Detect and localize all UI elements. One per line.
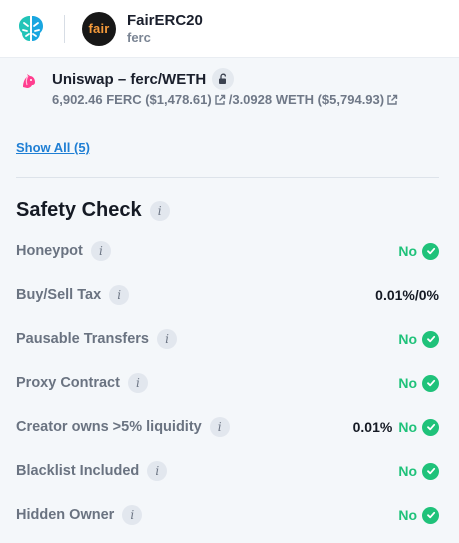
check-result-text: No [398,419,417,435]
check-value: No [398,506,439,524]
token-avatar: fair [82,11,116,46]
token-detail-panel: fair FairERC20 ferc Uniswap – ferc/WETH [0,0,459,543]
info-icon[interactable]: i [147,461,168,481]
check-result-text: No [398,375,417,391]
check-label: Honeypot [16,243,83,259]
token-avatar-text: fair [88,21,110,36]
check-row-creator-liquidity: Creator owns >5% liquidity i 0.01% No [16,405,439,449]
safety-check-heading: Safety Check i [16,199,170,222]
liquidity-pair-row: Uniswap – ferc/WETH 6,902.46 FERC ($1,47… [0,64,459,110]
amount-ferc: 6,902.46 FERC ($1,478.61) [52,92,212,107]
check-label: Blacklist Included [16,463,140,479]
check-label: Hidden Owner [16,507,115,523]
check-result-text: No [398,507,417,523]
check-label-wrap: Pausable Transfers i [16,329,177,349]
pair-amounts: 6,902.46 FERC ($1,478.61) / 3.0928 WETH … [52,92,401,107]
check-result-text: No [398,331,417,347]
check-row-proxy-contract: Proxy Contract i No [16,361,439,405]
header-divider [64,14,65,43]
external-link-icon[interactable] [214,94,226,106]
unlock-icon[interactable] [212,68,235,90]
check-value: No [398,330,439,348]
check-row-buy-sell-tax: Buy/Sell Tax i 0.01%/0% [16,273,439,317]
check-value: No [398,462,439,480]
check-circle-icon [422,330,439,348]
check-result-text: No [398,243,417,259]
check-circle-icon [422,374,439,392]
check-circle-icon [422,242,439,260]
pair-title-line: Uniswap – ferc/WETH [52,68,401,90]
check-circle-icon [422,418,439,436]
external-link-icon[interactable] [386,94,398,106]
check-value: 0.01% No [352,418,439,436]
check-label: Proxy Contract [16,375,120,391]
info-icon[interactable]: i [109,285,130,305]
check-value: No [398,242,439,260]
section-divider [16,177,439,178]
check-label-wrap: Proxy Contract i [16,373,148,393]
check-result-text: No [398,463,417,479]
check-label-wrap: Buy/Sell Tax i [16,285,130,305]
header: fair FairERC20 ferc [0,0,459,58]
brain-leaf-logo-icon[interactable] [14,12,48,46]
info-icon[interactable]: i [90,241,111,261]
check-label-wrap: Blacklist Included i [16,461,168,481]
token-names: FairERC20 ferc [127,12,203,46]
check-circle-icon [422,506,439,524]
info-icon[interactable]: i [149,200,170,221]
amount-weth: 3.0928 WETH ($5,794.93) [232,92,385,107]
info-icon[interactable]: i [209,417,230,437]
pair-title[interactable]: Uniswap – ferc/WETH [52,71,206,88]
check-circle-icon [422,462,439,480]
uniswap-unicorn-icon [20,72,38,90]
info-icon[interactable]: i [157,329,177,349]
info-icon[interactable]: i [122,505,143,525]
check-label: Creator owns >5% liquidity [16,419,202,435]
check-label: Buy/Sell Tax [16,287,102,303]
token-symbol: ferc [127,29,151,45]
check-label: Pausable Transfers [16,331,149,347]
check-value: No [398,374,439,392]
check-label-wrap: Honeypot i [16,241,111,261]
check-label-wrap: Creator owns >5% liquidity i [16,417,230,437]
info-icon[interactable]: i [127,373,148,393]
safety-check-list: Honeypot i No Buy/Sell Tax i 0.01%/0% Pa… [16,229,439,537]
check-row-blacklist: Blacklist Included i No [16,449,439,493]
show-all-link[interactable]: Show All (5) [16,140,90,155]
token-name: FairERC20 [127,11,203,29]
check-label-wrap: Hidden Owner i [16,505,143,525]
check-row-hidden-owner: Hidden Owner i No [16,493,439,537]
tax-value: 0.01%/0% [375,287,439,303]
pair-text: Uniswap – ferc/WETH 6,902.46 FERC ($1,47… [52,68,401,107]
check-row-honeypot: Honeypot i No [16,229,439,273]
check-row-pausable-transfers: Pausable Transfers i No [16,317,439,361]
check-value: 0.01%/0% [375,287,439,303]
safety-check-title: Safety Check [16,199,142,221]
creator-liquidity-percent: 0.01% [352,419,393,435]
